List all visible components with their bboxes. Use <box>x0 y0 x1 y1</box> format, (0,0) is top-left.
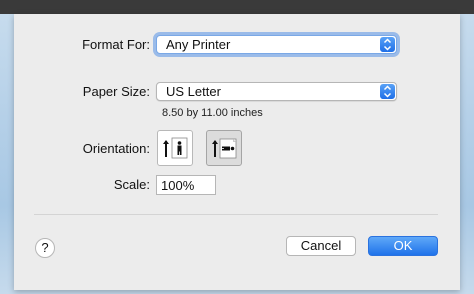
format-for-popup[interactable]: Any Printer <box>156 35 397 54</box>
up-down-chevron-icon <box>380 37 395 52</box>
help-button[interactable]: ? <box>35 238 55 258</box>
paper-size-label: Paper Size: <box>82 84 150 99</box>
paper-size-value: US Letter <box>166 84 221 99</box>
orientation-portrait-button[interactable] <box>157 130 193 166</box>
paper-size-popup[interactable]: US Letter <box>156 82 397 101</box>
window-top-bar <box>0 0 474 14</box>
help-icon: ? <box>41 240 49 255</box>
divider <box>34 214 438 215</box>
scale-value: 100% <box>161 178 195 193</box>
paper-dimensions: 8.50 by 11.00 inches <box>162 107 263 119</box>
orientation-label: Orientation: <box>82 141 150 156</box>
orientation-landscape-button[interactable] <box>206 130 242 166</box>
format-for-label: Format For: <box>82 37 150 52</box>
up-down-chevron-icon <box>380 84 395 99</box>
scale-label: Scale: <box>113 177 150 192</box>
portrait-person-icon <box>163 137 188 159</box>
scale-input[interactable]: 100% <box>156 175 216 195</box>
format-for-value: Any Printer <box>166 37 231 52</box>
cancel-button[interactable]: Cancel <box>286 236 356 256</box>
ok-button[interactable]: OK <box>368 236 438 256</box>
page-setup-sheet: Format For: Any Printer Paper Size: US L… <box>14 14 460 290</box>
landscape-person-icon <box>212 138 237 159</box>
